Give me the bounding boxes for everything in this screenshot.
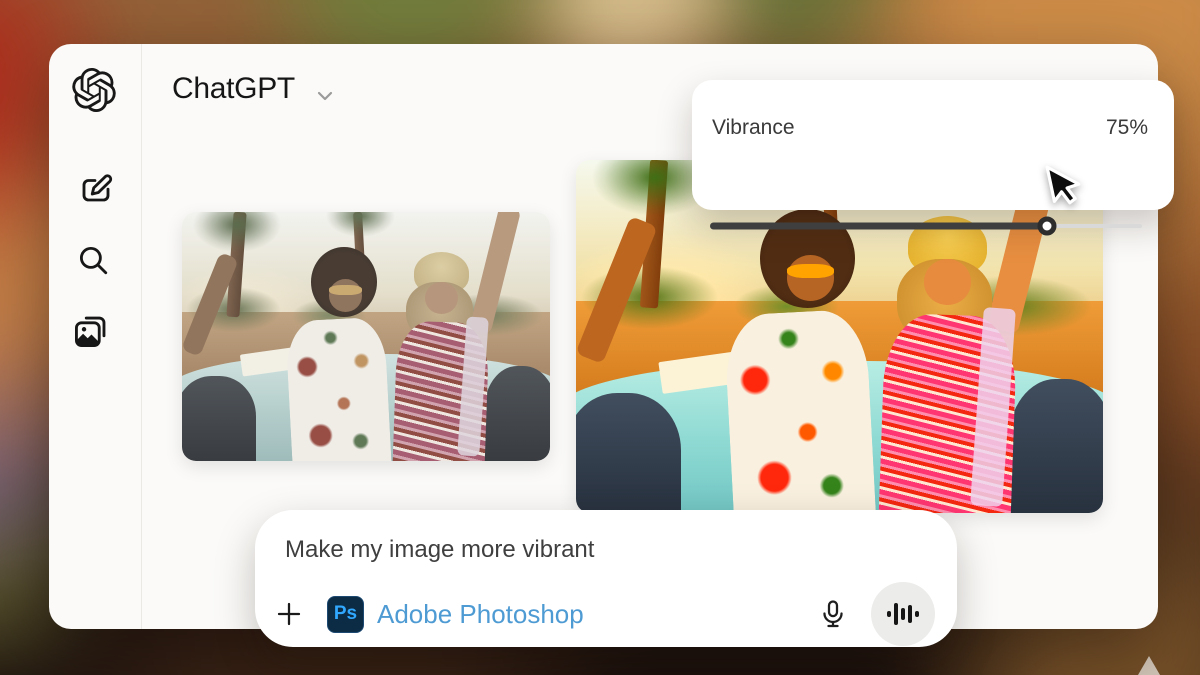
openai-logo-icon [72, 68, 116, 112]
vibrance-panel: Vibrance 75% [692, 80, 1174, 210]
woman-right-face [924, 259, 971, 305]
vibrance-label: Vibrance [712, 116, 795, 140]
photoshop-plugin-name[interactable]: Adobe Photoshop [377, 599, 584, 630]
woman-left-floral-shirt [285, 317, 392, 461]
woman-left-face [329, 279, 362, 311]
car-seat [576, 393, 681, 513]
sidebar [49, 44, 142, 629]
background-highlight [1138, 656, 1160, 675]
sunglasses [329, 285, 362, 295]
car-seat [182, 376, 256, 461]
voice-waveform-icon [886, 599, 920, 629]
woman-right-face [425, 282, 458, 314]
vibrance-slider[interactable] [710, 212, 1142, 240]
page-title: ChatGPT [172, 72, 295, 106]
sunglasses [787, 264, 834, 278]
prompt-composer[interactable]: Make my image more vibrant Ps Adobe Phot… [255, 510, 957, 647]
search-icon[interactable] [76, 243, 110, 277]
car-seat [484, 366, 550, 461]
microphone-icon[interactable] [817, 598, 849, 630]
vibrance-slider-fill [710, 223, 1047, 230]
chevron-down-icon[interactable] [313, 84, 337, 108]
photo-scene-muted [182, 212, 550, 461]
photo-scene [182, 212, 550, 461]
vibrance-slider-knob[interactable] [1037, 217, 1056, 236]
woman-left-face [787, 255, 834, 301]
screen: ChatGPT [0, 0, 1200, 675]
prompt-text[interactable]: Make my image more vibrant [285, 536, 594, 564]
voice-mode-button[interactable] [871, 582, 935, 646]
new-chat-icon[interactable] [78, 170, 114, 206]
photoshop-ps-icon[interactable]: Ps [327, 596, 364, 633]
vibrance-value: 75% [1106, 116, 1148, 140]
attach-plus-icon[interactable] [273, 598, 305, 630]
mouse-cursor [1040, 158, 1092, 214]
car-seat [1008, 379, 1103, 513]
image-before-original [182, 212, 550, 461]
library-images-icon[interactable] [72, 312, 110, 350]
woman-left-floral-shirt [723, 308, 877, 513]
